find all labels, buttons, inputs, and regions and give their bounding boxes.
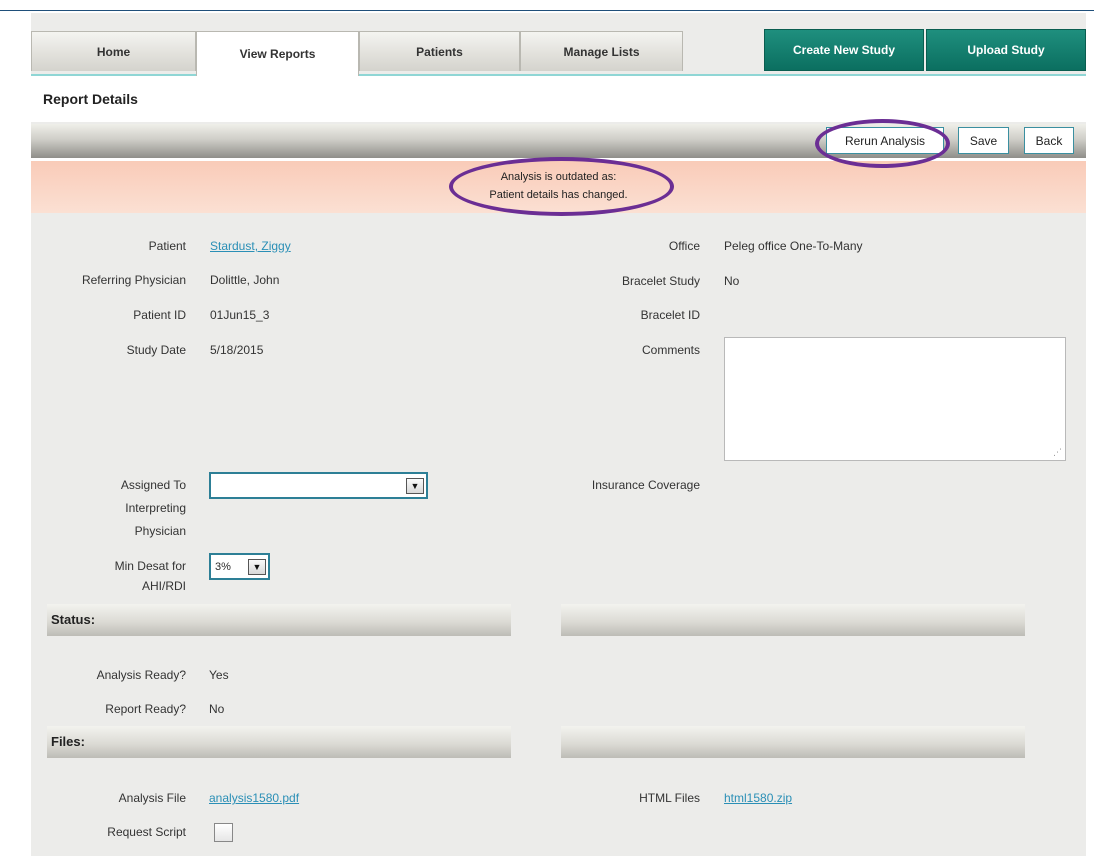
status-section-title: Status: [51, 612, 96, 627]
save-button[interactable]: Save [958, 127, 1009, 154]
files-section-bar-right [561, 726, 1025, 758]
html-files-link[interactable]: html1580.zip [724, 788, 792, 808]
create-new-study-button[interactable]: Create New Study [764, 29, 924, 71]
status-section-bar-right [561, 604, 1025, 636]
report-ready-label: Report Ready? [105, 702, 186, 716]
min-desat-label-line-1: Min Desat for [114, 559, 186, 573]
comments-textarea[interactable]: ⋰ [724, 337, 1066, 461]
assigned-physician-select[interactable]: ▼ [209, 472, 428, 499]
study-date-label: Study Date [126, 343, 186, 357]
patient-label: Patient [148, 239, 186, 253]
insurance-coverage-label: Insurance Coverage [591, 478, 700, 492]
report-ready-value: No [209, 702, 225, 716]
tab-patients[interactable]: Patients [359, 31, 520, 71]
study-date-value: 5/18/2015 [210, 343, 264, 357]
upload-study-button[interactable]: Upload Study [926, 29, 1086, 71]
page-title: Report Details [31, 76, 1086, 122]
chevron-down-icon[interactable]: ▼ [406, 477, 424, 494]
request-script-label: Request Script [107, 825, 186, 839]
min-desat-label: Min Desat for AHI/RDI [40, 556, 186, 596]
assigned-label-line-3: Physician [134, 524, 186, 538]
warning-line-1: Analysis is outdated as: [500, 171, 617, 183]
patient-link[interactable]: Stardust, Ziggy [210, 236, 291, 256]
office-value: Peleg office One-To-Many [724, 239, 863, 253]
assigned-physician-label: Assigned To Interpreting Physician [40, 474, 186, 543]
status-section-bar [47, 604, 511, 636]
resize-handle-icon[interactable]: ⋰ [1053, 447, 1062, 458]
min-desat-value: 3% [215, 560, 231, 573]
bracelet-id-label: Bracelet ID [640, 308, 700, 322]
html-files-label: HTML Files [639, 791, 700, 805]
referring-physician-label: Referring Physician [81, 273, 186, 287]
tab-view-reports[interactable]: View Reports [196, 31, 359, 76]
analysis-file-label: Analysis File [118, 791, 186, 805]
back-button[interactable]: Back [1024, 127, 1074, 154]
files-section-bar [47, 726, 511, 758]
warning-line-2: Patient details has changed. [489, 189, 628, 201]
files-section-title: Files: [51, 734, 85, 749]
report-toolbar: Rerun Analysis Save Back [31, 124, 1086, 158]
analysis-ready-label: Analysis Ready? [96, 668, 186, 682]
min-desat-label-line-2: AHI/RDI [141, 579, 186, 593]
bracelet-study-value: No [724, 274, 740, 288]
chevron-down-icon[interactable]: ▼ [248, 558, 266, 575]
assigned-label-line-1: Assigned To [120, 478, 186, 492]
analysis-file-link[interactable]: analysis1580.pdf [209, 788, 299, 808]
assigned-label-line-2: Interpreting [125, 501, 186, 515]
referring-physician-value: Dolittle, John [210, 273, 280, 287]
patient-id-label: Patient ID [133, 308, 186, 322]
bracelet-study-label: Bracelet Study [621, 274, 700, 288]
outdated-warning-banner: Analysis is outdated as: Patient details… [31, 161, 1086, 213]
office-label: Office [668, 239, 700, 253]
request-script-checkbox[interactable] [214, 823, 233, 842]
comments-label: Comments [641, 343, 700, 357]
tab-home[interactable]: Home [31, 31, 196, 71]
top-border [0, 10, 1094, 11]
analysis-ready-value: Yes [209, 668, 229, 682]
page-title-text: Report Details [43, 91, 138, 107]
rerun-analysis-button[interactable]: Rerun Analysis [826, 127, 944, 154]
patient-id-value: 01Jun15_3 [210, 308, 270, 322]
min-desat-select[interactable]: 3% ▼ [209, 553, 270, 580]
tab-manage-lists[interactable]: Manage Lists [520, 31, 683, 71]
